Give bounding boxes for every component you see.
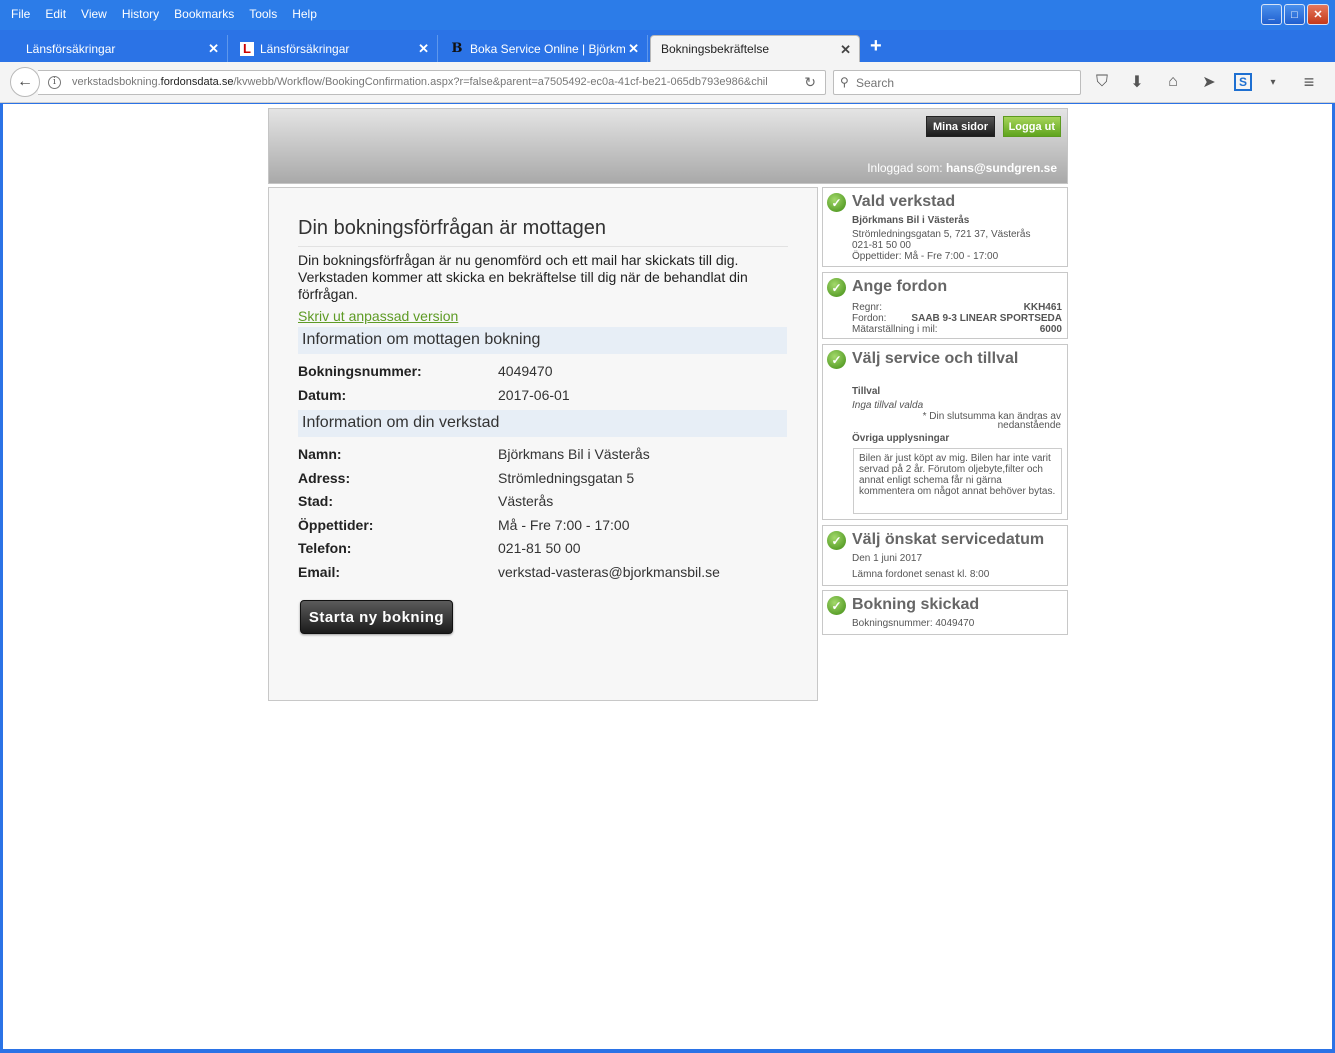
reload-icon[interactable]: ↻ [804,74,816,91]
tab-lansforsakringar-2[interactable]: L Länsförsäkringar ✕ [230,35,438,62]
logged-in-status: Inloggad som: hans@sundgren.se [867,161,1057,175]
mina-sidor-button[interactable]: Mina sidor [925,116,995,137]
menu-view[interactable]: View [74,4,115,26]
menu-bar: File Edit View History Bookmarks Tools H… [4,4,325,26]
back-arrow-icon: ← [17,73,33,90]
tab-label: Boka Service Online | Björkma... [470,41,625,56]
window-controls: _ □ ✕ [1261,4,1329,25]
info-icon[interactable]: i [48,76,61,89]
search-input[interactable] [856,71,1076,94]
download-icon[interactable]: ⬇ [1126,71,1148,93]
section-booking-info: Information om mottagen bokning [298,327,787,354]
home-icon[interactable]: ⌂ [1162,71,1184,93]
tillval-label: Tillval [852,386,881,397]
hamburger-menu-icon[interactable]: ≡ [1298,71,1320,93]
menu-bookmarks[interactable]: Bookmarks [167,4,242,26]
pocket-icon[interactable]: ⛉ [1091,71,1113,93]
confirmation-panel: Din bokningsförfrågan är mottagen Din bo… [268,187,818,701]
menu-help[interactable]: Help [285,4,325,26]
workshop-address: Strömledningsgatan 5, 721 37, Västerås [852,229,1031,240]
navigation-bar: i verkstadsbokning.fordonsdata.se/kvwebb… [0,62,1335,103]
page-title: Din bokningsförfrågan är mottagen [298,217,788,247]
tab-close-icon[interactable]: ✕ [418,41,429,57]
tab-close-icon[interactable]: ✕ [208,41,219,57]
step-title: Bokning skickad [852,596,980,613]
step-vehicle: ✓ Ange fordon Regnr: KKH461 Fordon: SAAB 9… [822,272,1068,339]
search-icon: ⚲ [840,75,849,89]
extension-s-icon[interactable]: S [1234,73,1252,91]
tab-bokningsbekraftelse[interactable]: Bokningsbekräftelse ✕ [650,35,860,62]
menu-edit[interactable]: Edit [38,4,74,26]
step-title: Välj service och tillval [852,350,1019,367]
tab-label: Bokningsbekräftelse [661,42,770,56]
workshop-name: Björkmans Bil i Västerås [852,215,970,226]
logga-ut-button[interactable]: Logga ut [1002,116,1061,137]
checkmark-icon: ✓ [827,193,846,212]
workshop-phone: 021-81 50 00 [852,240,911,251]
url-text[interactable]: verkstadsbokning.fordonsdata.se/kvwebb/W… [72,76,792,88]
page-viewport: Mina sidor Logga ut Inloggad som: hans@s… [3,104,1332,1049]
tillval-value: Inga tillval valda [852,400,924,411]
close-window-icon[interactable]: ✕ [1307,4,1329,25]
back-button[interactable]: ← [10,67,40,97]
start-new-booking-button[interactable]: Starta ny bokning [300,600,453,634]
tab-label: Länsförsäkringar [260,41,350,56]
new-tab-button[interactable]: + [870,35,882,58]
sent-booking-number: Bokningsnummer: 4049470 [852,618,975,629]
step-sent: ✓ Bokning skickad Bokningsnummer: 404947… [822,590,1068,635]
step-title: Välj önskat servicedatum [852,531,1045,548]
step-date: ✓ Välj önskat servicedatum Den 1 juni 20… [822,525,1068,586]
tab-boka-service[interactable]: B Boka Service Online | Björkma... ✕ [440,35,648,62]
chevron-down-icon[interactable]: ▾ [1262,71,1284,93]
upplysningar-text: Bilen är just köpt av mig. Bilen har int… [853,448,1062,514]
send-icon[interactable]: ➤ [1198,71,1220,93]
workshop-hours: Öppettider: Må - Fre 7:00 - 17:00 [852,251,999,262]
service-date: Den 1 juni 2017 [852,553,923,564]
section-workshop-info: Information om din verkstad [298,410,787,437]
step-title: Vald verkstad [852,193,956,210]
upplysningar-label: Övriga upplysningar [852,433,950,444]
site-header: Mina sidor Logga ut Inloggad som: hans@s… [268,108,1068,184]
tab-label: Länsförsäkringar [26,41,116,56]
print-link[interactable]: Skriv ut anpassad version [298,308,458,324]
bjorkmans-favicon-icon: B [451,41,463,56]
confirmation-text: Din bokningsförfrågan är nu genomförd oc… [298,252,748,302]
tab-strip: Länsförsäkringar ✕ L Länsförsäkringar ✕ … [0,32,1335,62]
checkmark-icon: ✓ [827,350,846,369]
lansforsakringar-favicon-icon: L [240,41,254,56]
menu-tools[interactable]: Tools [242,4,285,26]
step-title: Ange fordon [852,278,948,295]
drop-off-note: Lämna fordonet senast kl. 8:00 [852,569,990,580]
maximize-icon[interactable]: □ [1284,4,1305,25]
checkmark-icon: ✓ [827,531,846,550]
title-bar: File Edit View History Bookmarks Tools H… [0,0,1335,30]
url-bar[interactable]: i verkstadsbokning.fordonsdata.se/kvwebb… [38,70,826,95]
menu-history[interactable]: History [115,4,167,26]
step-service: ✓ Välj service och tillval Tillval Inga … [822,344,1068,520]
tab-close-icon[interactable]: ✕ [628,41,639,57]
checkmark-icon: ✓ [827,278,846,297]
menu-file[interactable]: File [4,4,38,26]
price-note-line2: nedanstående [997,420,1061,431]
browser-window: File Edit View History Bookmarks Tools H… [0,0,1335,1053]
step-workshop: ✓ Vald verkstad Björkmans Bil i Västerås… [822,187,1068,267]
checkmark-icon: ✓ [827,596,846,615]
search-bar[interactable]: ⚲ [833,70,1081,95]
tab-close-icon[interactable]: ✕ [840,42,851,58]
tab-lansforsakringar-1[interactable]: Länsförsäkringar ✕ [16,35,228,62]
minimize-icon[interactable]: _ [1261,4,1282,25]
